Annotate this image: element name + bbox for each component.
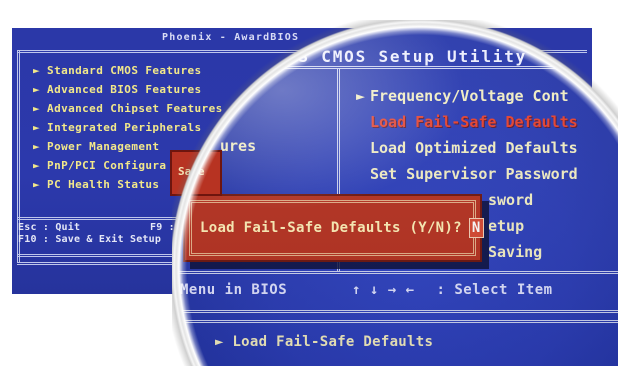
help-quit: Esc : Quit — [18, 222, 81, 233]
main-menu-right: ► Frequency/Voltage Cont Load Fail-Safe D… — [356, 83, 578, 187]
dialog-prompt: Load Fail-Safe Defaults (Y/N)? — [200, 220, 462, 236]
help-save-exit: F10 : Save & Exit Setup — [18, 234, 162, 245]
magnified-left-fragment: ures — [220, 137, 257, 155]
bios-title: Phoenix - AwardBIOS — [162, 32, 300, 43]
menu-item-advanced-chipset[interactable]: ► Advanced Chipset Features — [33, 99, 223, 118]
submenu-arrow-icon: ► — [356, 87, 366, 105]
dialog-answer-input[interactable]: N — [468, 218, 484, 238]
magnified-help-line — [172, 310, 618, 313]
arrow-keys-icon: ↑ ↓ → ← — [352, 282, 415, 298]
dialog-text: Load Fail-Safe Defaults (Y/N)? N — [200, 218, 484, 238]
menu-item-label: Load Fail-Safe Defaults — [370, 113, 578, 131]
magnified-status-line — [172, 320, 618, 323]
menu-item-supervisor-password[interactable]: Set Supervisor Password — [356, 161, 578, 187]
menu-item-partial-setup[interactable]: etup — [488, 213, 524, 239]
item-help-text: ► Load Fail-Safe Defaults — [215, 334, 434, 350]
help-f9: F9 : — [150, 222, 175, 233]
menu-item-load-optimized[interactable]: Load Optimized Defaults — [356, 135, 578, 161]
menu-item-partial-password[interactable]: sword — [488, 187, 533, 213]
menu-item-label: Set Supervisor Password — [370, 165, 578, 183]
help-select-item: : Select Item — [436, 282, 553, 298]
magnified-title: OS CMOS Setup Utility — [287, 47, 528, 66]
small-dialog-label: Save — [178, 165, 205, 178]
small-dialog-box: Save — [170, 150, 222, 196]
menu-item-frequency-voltage[interactable]: ► Frequency/Voltage Cont — [356, 83, 578, 109]
menu-item-integrated-peripherals[interactable]: ► Integrated Peripherals — [33, 118, 223, 137]
confirm-dialog: Load Fail-Safe Defaults (Y/N)? N — [183, 194, 484, 262]
menu-item-partial-saving[interactable]: Saving — [488, 239, 542, 265]
bios-screenshot: Phoenix - AwardBIOS ► Standard CMOS Feat… — [0, 0, 618, 366]
magnified-menu-bottom-line — [172, 271, 618, 274]
help-menu-in-bios: Menu in BIOS — [180, 282, 288, 298]
menu-item-standard-cmos[interactable]: ► Standard CMOS Features — [33, 61, 223, 80]
menu-item-label: Frequency/Voltage Cont — [370, 87, 569, 105]
menu-item-advanced-bios[interactable]: ► Advanced BIOS Features — [33, 80, 223, 99]
menu-item-label: Load Optimized Defaults — [370, 139, 578, 157]
menu-item-load-fail-safe[interactable]: Load Fail-Safe Defaults — [356, 109, 578, 135]
help-navigation: ↑ ↓ → ← : Select Item — [352, 282, 553, 298]
